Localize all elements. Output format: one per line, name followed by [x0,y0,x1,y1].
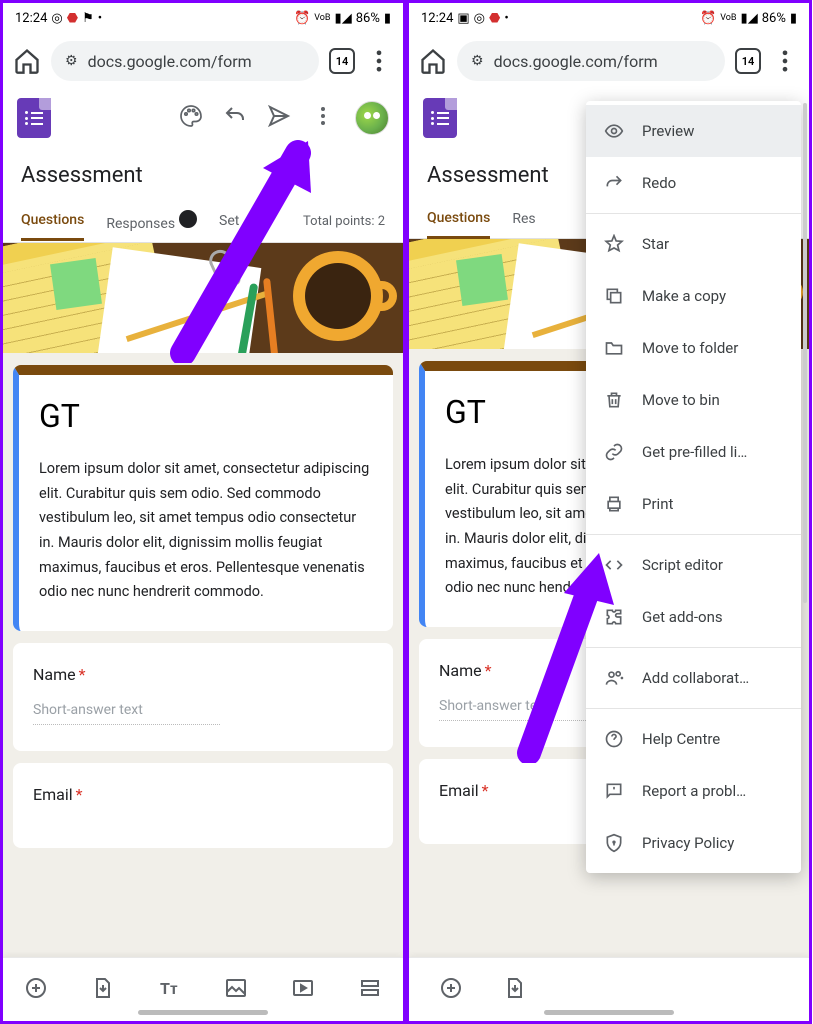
battery-percent: 86% [356,11,380,26]
menu-star[interactable]: Star [586,218,801,270]
browser-toolbar: ⚙ docs.google.com/form 14 [3,33,403,89]
tab-responses[interactable]: Res [512,201,535,237]
title-card[interactable]: GT Lorem ipsum dolor sit amet, consectet… [13,365,393,631]
undo-icon[interactable] [223,104,247,132]
tab-settings[interactable]: Set [219,203,239,239]
battery-icon: ▮ [790,11,797,26]
alarm-icon: ⏰ [294,11,310,26]
site-settings-icon: ⚙ [65,53,78,69]
home-icon[interactable] [13,47,41,75]
stop-icon: ⬣ [67,11,78,26]
palette-icon[interactable] [179,104,203,132]
tab-questions[interactable]: Questions [21,202,84,241]
url-bar[interactable]: ⚙ docs.google.com/form [51,41,319,81]
question-card-name[interactable]: Name* Short-answer text [13,643,393,751]
text-icon[interactable]: Tᴛ [158,976,182,1004]
menu-copy[interactable]: Make a copy [586,270,801,322]
menu-script[interactable]: Script editor [586,539,801,591]
overflow-menu: Preview Redo Star Make a copy Move to fo… [586,101,801,873]
tab-responses[interactable]: Responses [106,200,197,242]
instagram-icon: ◎ [51,11,62,26]
avatar[interactable] [355,101,389,135]
scrollbar[interactable] [803,103,807,603]
screenshot-icon: ▣ [457,11,469,26]
phone-right: 12:24 ▣ ◎ ⬣ • ⏰ VoB ▮◢ 86% ▮ ⚙ docs.goog… [406,0,812,1024]
more-icon[interactable] [365,47,393,75]
overflow-icon[interactable] [311,104,335,132]
signal-icon: ▮◢ [335,11,352,26]
menu-help[interactable]: Help Centre [586,713,801,765]
instagram-icon: ◎ [474,11,485,26]
nav-pill [544,1010,674,1015]
menu-privacy[interactable]: Privacy Policy [586,817,801,869]
battery-percent: 86% [762,11,786,26]
menu-bin[interactable]: Move to bin [586,374,801,426]
total-points: Total points: 2 [303,214,385,229]
forms-logo-icon[interactable] [423,98,457,138]
tab-count[interactable]: 14 [329,48,355,74]
section-icon[interactable] [358,976,382,1004]
import-icon[interactable] [503,976,527,1004]
status-time: 12:24 [15,11,47,26]
form-header-desc[interactable]: Lorem ipsum dolor sit amet, consectetur … [39,457,373,605]
forms-logo-icon[interactable] [17,98,51,138]
menu-redo[interactable]: Redo [586,157,801,209]
question-label[interactable]: Name* [33,665,373,684]
forms-app-bar [3,89,403,147]
question-label[interactable]: Email* [33,785,373,804]
lte-icon: VoB [314,13,330,23]
add-question-icon[interactable] [24,976,48,1004]
url-text: docs.google.com/form [88,52,252,71]
status-bar: 12:24 ▣ ◎ ⬣ • ⏰ VoB ▮◢ 86% ▮ [409,3,809,33]
browser-toolbar: ⚙ docs.google.com/form 14 [409,33,809,89]
menu-report[interactable]: Report a probl… [586,765,801,817]
menu-move[interactable]: Move to folder [586,322,801,374]
menu-prefill[interactable]: Get pre-filled li… [586,426,801,478]
status-time: 12:24 [421,11,453,26]
nav-pill [138,1010,268,1015]
more-icon[interactable] [771,47,799,75]
status-bar: 12:24 ◎ ⬣ ⚑ • ⏰ VoB ▮◢ 86% ▮ [3,3,403,33]
form-header-image [3,243,403,353]
short-answer-placeholder: Short-answer text [33,702,220,725]
tab-questions[interactable]: Questions [427,200,490,239]
alarm-icon: ⏰ [700,11,716,26]
home-icon[interactable] [419,47,447,75]
menu-collab[interactable]: Add collaborat… [586,652,801,704]
send-icon[interactable] [267,104,291,132]
lte-icon: VoB [720,13,736,23]
menu-addons[interactable]: Get add-ons [586,591,801,643]
site-settings-icon: ⚙ [471,53,484,69]
flag-icon: ⚑ [82,11,94,26]
signal-icon: ▮◢ [741,11,758,26]
url-text: docs.google.com/form [494,52,658,71]
import-icon[interactable] [91,976,115,1004]
form-title[interactable]: Assessment [3,147,403,200]
tab-count[interactable]: 14 [735,48,761,74]
svg-text:Tᴛ: Tᴛ [160,979,178,998]
battery-icon: ▮ [384,11,391,26]
url-bar[interactable]: ⚙ docs.google.com/form [457,41,725,81]
add-question-icon[interactable] [439,976,463,1004]
tabs: Questions Responses Set Total points: 2 [3,200,403,243]
video-icon[interactable] [291,976,315,1004]
responses-badge [179,210,197,228]
menu-preview[interactable]: Preview [586,105,801,157]
stop-icon: ⬣ [489,11,500,26]
question-card-email[interactable]: Email* [13,763,393,848]
menu-print[interactable]: Print [586,478,801,530]
form-content: GT Lorem ipsum dolor sit amet, consectet… [3,243,403,980]
phone-left: 12:24 ◎ ⬣ ⚑ • ⏰ VoB ▮◢ 86% ▮ ⚙ docs.goog… [0,0,406,1024]
image-icon[interactable] [224,976,248,1004]
form-header-title[interactable]: GT [39,397,373,435]
